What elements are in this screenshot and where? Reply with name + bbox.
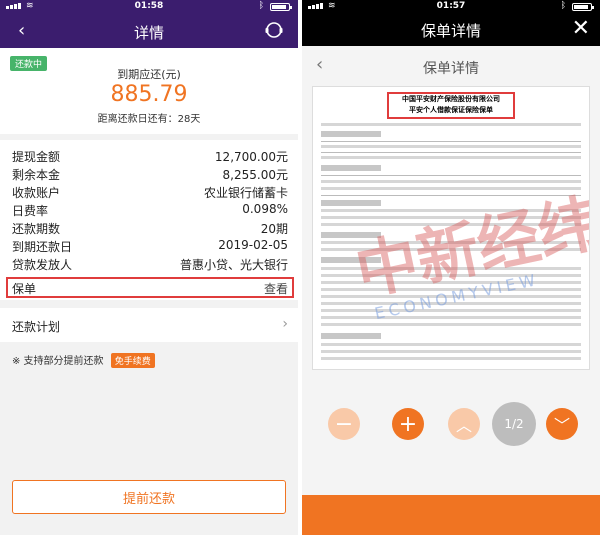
detail-value: 农业银行储蓄卡 <box>203 186 288 200</box>
page-title: 详情 <box>133 24 164 42</box>
note-text: ※ 支持部分提前还款 <box>12 356 104 367</box>
fee-free-badge: 免手续费 <box>110 353 155 368</box>
battery-icon <box>572 3 594 11</box>
detail-value: 20期 <box>260 222 288 236</box>
detail-value: 普惠小贷、光大银行 <box>179 258 288 272</box>
policy-detail-screen: ≋ 01:57 ᛒ 保单详情 ✕ ‹ 保单详情 中国平安财产保险股份有限公司 平… <box>302 0 600 535</box>
detail-value: 8,255.00元 <box>222 168 288 182</box>
repayment-plan-label: 还款计划 <box>12 320 61 334</box>
doc-text-line <box>321 357 581 360</box>
page-indicator: 1/2 <box>492 402 536 446</box>
detail-row-lender: 贷款发放人 普惠小贷、光大银行 <box>12 256 288 273</box>
doc-rule <box>321 152 581 153</box>
doc-section-header <box>321 165 381 171</box>
doc-text-line <box>321 323 581 326</box>
battery-icon <box>270 3 292 11</box>
status-bar: ≋ 01:58 ᛒ <box>0 0 298 14</box>
doc-text-line <box>321 145 581 148</box>
loan-details-list: 提现金额 12,700.00元 剩余本金 8,255.00元 收款账户 农业银行… <box>0 140 298 300</box>
doc-text-line <box>321 156 581 159</box>
loan-detail-screen: ≋ 01:58 ᛒ ‹ 详情 还款中 到期应还(元) 885.79 距离还款日还… <box>0 0 298 535</box>
detail-row-remaining-principal: 剩余本金 8,255.00元 <box>12 166 288 183</box>
bluetooth-icon: ᛒ <box>258 1 264 11</box>
doc-rule <box>321 175 581 176</box>
partial-repay-note: ※ 支持部分提前还款 免手续费 <box>12 352 155 368</box>
doc-text-line <box>321 123 581 126</box>
minus-icon[interactable]: − <box>328 408 360 440</box>
days-until-due: 距离还款日还有：28天 <box>97 114 201 125</box>
chevron-up-icon[interactable]: ︿ <box>448 408 480 440</box>
sub-header: ‹ 保单详情 <box>302 46 600 86</box>
detail-key: 贷款发放人 <box>12 258 73 272</box>
detail-key: 还款期数 <box>12 222 61 236</box>
detail-value: 12,700.00元 <box>214 150 288 164</box>
detail-key: 日费率 <box>12 204 49 218</box>
doc-rule <box>321 141 581 142</box>
page-title: 保单详情 <box>420 22 481 40</box>
status-time: 01:57 <box>436 1 466 11</box>
detail-value: 0.098% <box>242 202 288 216</box>
early-repay-button[interactable]: 提前还款 <box>12 480 286 514</box>
detail-key: 提现金额 <box>12 150 61 164</box>
detail-key: 到期还款日 <box>12 240 73 254</box>
doc-text-line <box>321 350 581 353</box>
chevron-down-icon[interactable]: ﹀ <box>546 408 578 440</box>
sub-title: 保单详情 <box>423 61 479 77</box>
header-bar: ≋ 01:57 ᛒ 保单详情 ✕ <box>302 0 600 46</box>
bluetooth-icon: ᛒ <box>560 1 566 11</box>
detail-value: 2019-02-05 <box>218 238 288 252</box>
detail-row-receiving-account: 收款账户 农业银行储蓄卡 <box>12 184 288 201</box>
plus-icon[interactable]: + <box>392 408 424 440</box>
policy-document-preview[interactable]: 中国平安财产保险股份有限公司 平安个人借款保证保险保单 中新经纬 ECONOMY… <box>312 86 590 370</box>
header-bar: ≋ 01:58 ᛒ ‹ 详情 <box>0 0 298 48</box>
due-summary: 还款中 到期应还(元) 885.79 距离还款日还有：28天 <box>0 48 298 134</box>
status-bar: ≋ 01:57 ᛒ <box>302 0 600 14</box>
doc-text-line <box>321 316 581 319</box>
document-controls: − + ︿ 1/2 ﹀ <box>302 402 600 446</box>
policy-row-highlight[interactable] <box>6 277 294 298</box>
repayment-plan-row[interactable]: 还款计划 › <box>0 308 298 342</box>
detail-key: 收款账户 <box>12 186 61 200</box>
detail-row-daily-rate: 日费率 0.098% <box>12 202 288 219</box>
doc-section-header <box>321 200 381 206</box>
customer-service-icon[interactable] <box>264 20 284 40</box>
doc-text-line <box>321 309 581 312</box>
doc-section-header <box>321 333 381 339</box>
due-label: 到期应还(元) <box>117 68 181 81</box>
detail-key: 剩余本金 <box>12 168 61 182</box>
close-icon[interactable]: ✕ <box>572 16 590 41</box>
detail-row-installments: 还款期数 20期 <box>12 220 288 237</box>
document-title-highlight <box>387 92 515 119</box>
doc-text-line <box>321 343 581 346</box>
due-amount: 885.79 <box>110 82 188 107</box>
detail-row-withdraw-amount: 提现金额 12,700.00元 <box>12 148 288 165</box>
doc-section-header <box>321 131 381 137</box>
bottom-action-bar[interactable] <box>302 495 600 535</box>
status-time: 01:58 <box>134 1 164 11</box>
chevron-right-icon: › <box>282 316 288 332</box>
detail-row-due-date: 到期还款日 2019-02-05 <box>12 238 288 255</box>
